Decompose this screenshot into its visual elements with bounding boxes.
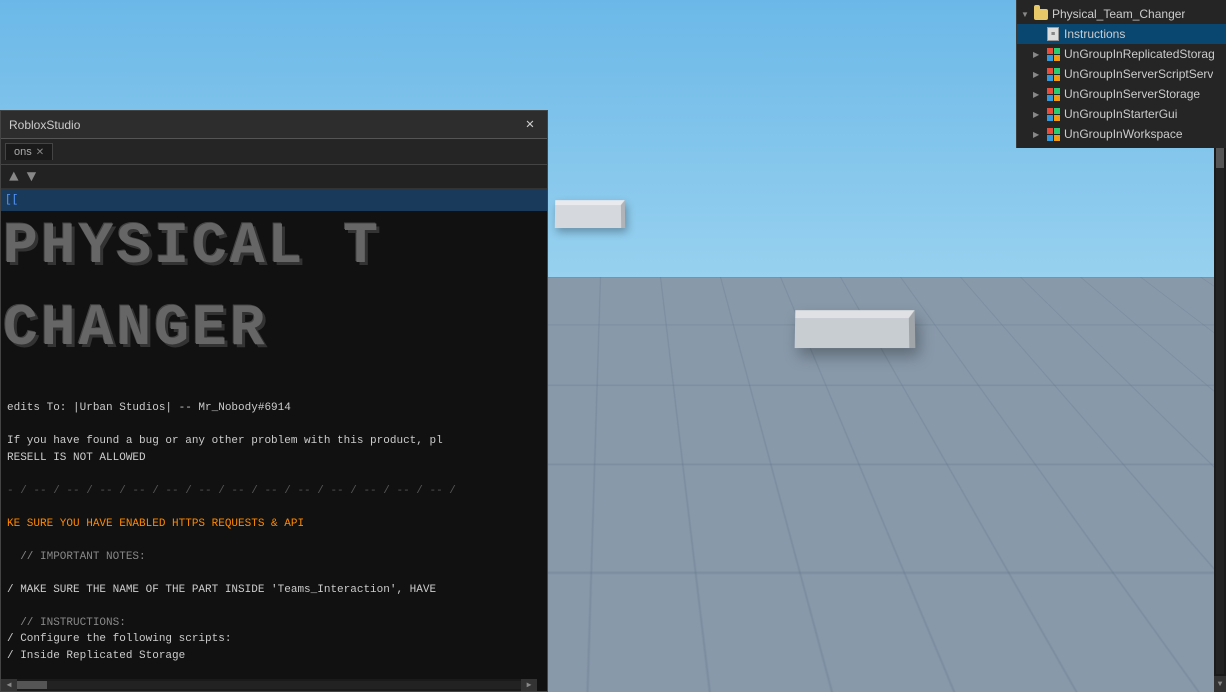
script-icon: ≡ [1045,26,1061,42]
module-icon-startergui [1045,106,1061,122]
script-line-separator: - / -- / -- / -- / -- / -- / -- / -- / -… [7,483,541,500]
script-line [7,417,541,434]
tree-label-ungroupserver: UnGroupInServerScriptServ [1064,67,1213,81]
editor-close-button[interactable]: ✕ [521,116,539,134]
script-line: RESELL IS NOT ALLOWED [7,450,541,467]
editor-toolbar: ▲ ▼ [1,165,547,189]
hscroll-thumb[interactable] [17,681,47,689]
editor-input[interactable] [5,194,543,206]
script-line: / Inside Replicated Storage [7,648,541,665]
pixel-text-changer: CHANGER [3,301,268,359]
script-line: / MAKE SURE THE NAME OF THE PART INSIDE … [7,582,541,599]
scrollbar-track [1216,128,1224,674]
script-line [7,598,541,615]
folder-icon [1033,6,1049,22]
block-2 [795,310,916,348]
editor-vertical-scrollbar: ▲ ▼ [1214,110,1226,692]
script-line [7,499,541,516]
hscroll-left-btn[interactable]: ◀ [1,679,17,691]
scroll-down-btn[interactable]: ▼ [23,168,41,186]
tree-item-ungroupinworkspace[interactable]: ▶ UnGroupInWorkspace [1017,124,1226,144]
module-icon-replicated [1045,46,1061,62]
script-image-area: PHYSICAL T CHANGER [1,211,547,396]
script-line: If you have found a bug or any other pro… [7,433,541,450]
script-line: edits To: |Urban Studios| -- Mr_Nobody#6… [7,400,541,417]
script-line-comment: // IMPORTANT NOTES: [7,549,541,566]
script-line [7,565,541,582]
script-content: edits To: |Urban Studios| -- Mr_Nobody#6… [1,396,547,691]
tree-label-instructions: Instructions [1064,27,1125,41]
tree-label-ungroupserverstorage: UnGroupInServerStorage [1064,87,1200,101]
tree-item-physical-team-changer[interactable]: ▼ Physical_Team_Changer [1017,4,1226,24]
tab-close-button[interactable]: ✕ [36,147,44,158]
tree-label-ungroupreplicated: UnGroupInReplicatedStorag [1064,47,1215,61]
block-1 [555,200,625,228]
tree-label-physical-team-changer: Physical_Team_Changer [1052,7,1185,21]
tree-item-ungroupinserverscriptserv[interactable]: ▶ UnGroupInServerScriptServ [1017,64,1226,84]
tab-label: ons [14,146,32,158]
script-line-important: KE SURE YOU HAVE ENABLED HTTPS REQUESTS … [7,516,541,533]
tree-arrow-ungroupreplicated: ▶ [1033,50,1045,59]
scroll-up-btn[interactable]: ▲ [5,168,23,186]
script-line-comment: // INSTRUCTIONS: [7,615,541,632]
editor-input-row [1,189,547,211]
tree-item-instructions[interactable]: ≡ Instructions [1017,24,1226,44]
editor-tab-instructions[interactable]: ons ✕ [5,143,53,160]
script-line: / Configure the following scripts: [7,631,541,648]
pixel-text-physical: PHYSICAL T [3,219,381,277]
editor-tabs: ons ✕ [1,139,547,165]
script-line [7,532,541,549]
module-icon-workspace [1045,126,1061,142]
editor-title: RobloxStudio [9,118,80,132]
hscroll-right-btn[interactable]: ▶ [521,679,537,691]
tree-arrow-instructions [1033,30,1045,39]
editor-titlebar: RobloxStudio ✕ [1,111,547,139]
module-icon-serverstorage [1045,86,1061,102]
tree-arrow-expand: ▼ [1021,10,1033,19]
script-line [7,466,541,483]
tree-label-ungroupstartergui: UnGroupInStarterGui [1064,107,1177,121]
tree-item-ungroupinstartergui[interactable]: ▶ UnGroupInStarterGui [1017,104,1226,124]
tree-arrow-ungroupstartergui: ▶ [1033,110,1045,119]
tree-arrow-ungroupserverstorage: ▶ [1033,90,1045,99]
hscroll-track [17,681,521,689]
tree-item-ungroupinserverstorage[interactable]: ▶ UnGroupInServerStorage [1017,84,1226,104]
editor-window: RobloxStudio ✕ ons ✕ ▲ ▼ PHYSICAL T CHAN… [0,110,548,692]
explorer-panel: ▼ Physical_Team_Changer ≡ Instructions ▶… [1016,0,1226,148]
tree-arrow-ungroupserver: ▶ [1033,70,1045,79]
scrollbar-down-btn[interactable]: ▼ [1214,676,1226,692]
tree-label-ungroupworkspace: UnGroupInWorkspace [1064,127,1183,141]
tree-arrow-ungroupworkspace: ▶ [1033,130,1045,139]
module-icon-serverscript [1045,66,1061,82]
editor-hscrollbar: ◀ ▶ [1,679,537,691]
tree-item-ungroupinreplicatedstorage[interactable]: ▶ UnGroupInReplicatedStorag [1017,44,1226,64]
